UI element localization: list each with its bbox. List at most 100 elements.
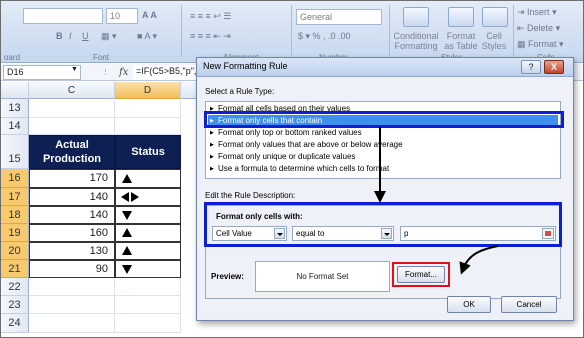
delete-icon: ⇤ xyxy=(517,23,528,33)
status-cell[interactable] xyxy=(115,206,181,224)
column-header-d[interactable]: D xyxy=(115,82,181,99)
cell[interactable] xyxy=(29,118,115,135)
header-production-label: Production xyxy=(42,153,102,165)
row-header[interactable]: 20 xyxy=(1,242,29,260)
header-actual-production[interactable]: Actual Production xyxy=(29,135,115,169)
font-size-box[interactable]: 10 xyxy=(106,8,138,24)
font-name-box[interactable] xyxy=(23,8,103,24)
delete-cells-button[interactable]: ⇤ Delete ▾ xyxy=(517,21,577,36)
production-value-cell[interactable]: 170 xyxy=(29,169,115,188)
row-header[interactable]: 17 xyxy=(1,188,29,206)
number-format-box[interactable]: General xyxy=(296,9,382,25)
format-as-table-label-1: Format xyxy=(446,31,476,41)
worksheet: C D 13 14 15 16 17 18 19 20 21 22 23 24 … xyxy=(1,82,201,337)
status-cell[interactable] xyxy=(115,260,181,278)
format-as-table-button[interactable]: Format as Table xyxy=(441,31,481,51)
alignment-bottom-buttons[interactable]: ≡ ≡ ≡ ⇤ ⇥ xyxy=(190,29,290,44)
format-cells-highlight xyxy=(204,202,562,247)
row-header[interactable]: 19 xyxy=(1,224,29,242)
row-header[interactable]: 24 xyxy=(1,314,29,333)
ok-button[interactable]: OK xyxy=(447,296,491,313)
dialog-titlebar[interactable]: New Formatting Rule ? X xyxy=(197,58,573,77)
conditional-formatting-label-2: Formatting xyxy=(394,41,438,51)
underline-button[interactable]: U xyxy=(82,29,94,44)
production-value-cell[interactable]: 160 xyxy=(29,224,115,242)
cell[interactable] xyxy=(29,296,115,314)
clipboard-group-label: oard xyxy=(4,53,21,62)
format-label: Format xyxy=(528,39,557,49)
grow-shrink-font-buttons[interactable]: A A xyxy=(142,8,172,23)
format-cells-button[interactable]: ▦ Format ▾ xyxy=(517,37,577,52)
fill-font-color-buttons[interactable]: ■ A ▾ xyxy=(137,29,177,44)
conditional-formatting-icon[interactable] xyxy=(403,7,429,27)
triangle-down-icon xyxy=(122,265,132,274)
status-cell[interactable] xyxy=(115,242,181,260)
triangle-right-icon xyxy=(131,192,139,202)
cell-styles-icon[interactable] xyxy=(482,7,508,27)
alignment-top-buttons[interactable]: ≡ ≡ ≡ ↩ ☰ xyxy=(190,9,290,24)
cell[interactable] xyxy=(115,314,181,333)
row-header[interactable]: 21 xyxy=(1,260,29,278)
conditional-formatting-button[interactable]: Conditional Formatting xyxy=(387,31,445,51)
new-formatting-rule-dialog: New Formatting Rule ? X Select a Rule Ty… xyxy=(196,57,574,321)
cell[interactable] xyxy=(115,296,181,314)
production-value-cell[interactable]: 140 xyxy=(29,188,115,206)
format-button-highlight xyxy=(392,262,450,287)
production-value-cell[interactable]: 130 xyxy=(29,242,115,260)
fx-icon[interactable]: fx xyxy=(119,65,128,80)
rule-type-item[interactable]: Format only top or bottom ranked values xyxy=(208,127,558,139)
header-actual-label: Actual xyxy=(55,139,89,151)
cell[interactable] xyxy=(29,278,115,296)
cell[interactable] xyxy=(29,314,115,333)
rule-type-item[interactable]: Use a formula to determine which cells t… xyxy=(208,163,558,175)
rule-type-item[interactable]: Format only values that are above or bel… xyxy=(208,139,558,151)
help-button[interactable]: ? xyxy=(521,60,541,74)
excel-window: 10 A A B I U ▦ ▾ ■ A ▾ oard Font ≡ ≡ ≡ ↩… xyxy=(0,0,584,338)
format-as-table-label-2: as Table xyxy=(444,41,478,51)
number-format-buttons[interactable]: $ ▾ % , .0 .00 xyxy=(298,29,382,44)
cell[interactable] xyxy=(29,99,115,118)
cancel-button[interactable]: Cancel xyxy=(501,296,557,313)
row-header[interactable]: 14 xyxy=(1,118,29,135)
insert-cells-button[interactable]: ⇥ Insert ▾ xyxy=(517,5,577,20)
status-cell[interactable] xyxy=(115,169,181,188)
bold-button[interactable]: B xyxy=(56,29,68,44)
ribbon-separator xyxy=(291,5,292,57)
cell-styles-label-1: Cell xyxy=(486,31,502,41)
row-header[interactable]: 13 xyxy=(1,99,29,118)
selected-rule-highlight xyxy=(204,111,564,128)
row-header[interactable]: 22 xyxy=(1,278,29,296)
insert-label: Insert xyxy=(527,7,550,17)
cell[interactable] xyxy=(115,118,181,135)
column-header-c[interactable]: C xyxy=(29,82,115,99)
header-status[interactable]: Status xyxy=(115,135,181,169)
production-value-cell[interactable]: 140 xyxy=(29,206,115,224)
rule-type-item[interactable]: Format only unique or duplicate values xyxy=(208,151,558,163)
format-as-table-icon[interactable] xyxy=(448,7,474,27)
ribbon: 10 A A B I U ▦ ▾ ■ A ▾ oard Font ≡ ≡ ≡ ↩… xyxy=(1,1,583,63)
insert-icon: ⇥ xyxy=(517,7,528,17)
triangle-up-icon xyxy=(122,246,132,255)
production-value-cell[interactable]: 90 xyxy=(29,260,115,278)
row-header[interactable]: 23 xyxy=(1,296,29,314)
delete-label: Delete xyxy=(527,23,554,33)
cell[interactable] xyxy=(115,278,181,296)
status-cell[interactable] xyxy=(115,224,181,242)
italic-button[interactable]: I xyxy=(69,29,81,44)
status-cell[interactable] xyxy=(115,188,181,206)
cell-styles-button[interactable]: Cell Styles xyxy=(477,31,511,51)
row-header[interactable]: 15 xyxy=(1,135,29,169)
borders-button[interactable]: ▦ ▾ xyxy=(101,29,131,44)
cell-styles-label-2: Styles xyxy=(481,41,507,51)
cell[interactable] xyxy=(115,99,181,118)
row-header[interactable]: 18 xyxy=(1,206,29,224)
row-header[interactable]: 16 xyxy=(1,169,29,188)
close-button[interactable]: X xyxy=(544,60,564,74)
name-box[interactable]: D16 xyxy=(3,65,81,80)
ribbon-separator xyxy=(513,5,514,57)
name-box-dropdown-icon[interactable]: ▼ xyxy=(71,66,78,73)
font-group-label: Font xyxy=(93,53,110,62)
triangle-up-icon xyxy=(122,174,132,183)
select-all-corner[interactable] xyxy=(1,82,29,99)
formula-input[interactable]: =IF(C5>B5,"p",I xyxy=(133,65,203,80)
